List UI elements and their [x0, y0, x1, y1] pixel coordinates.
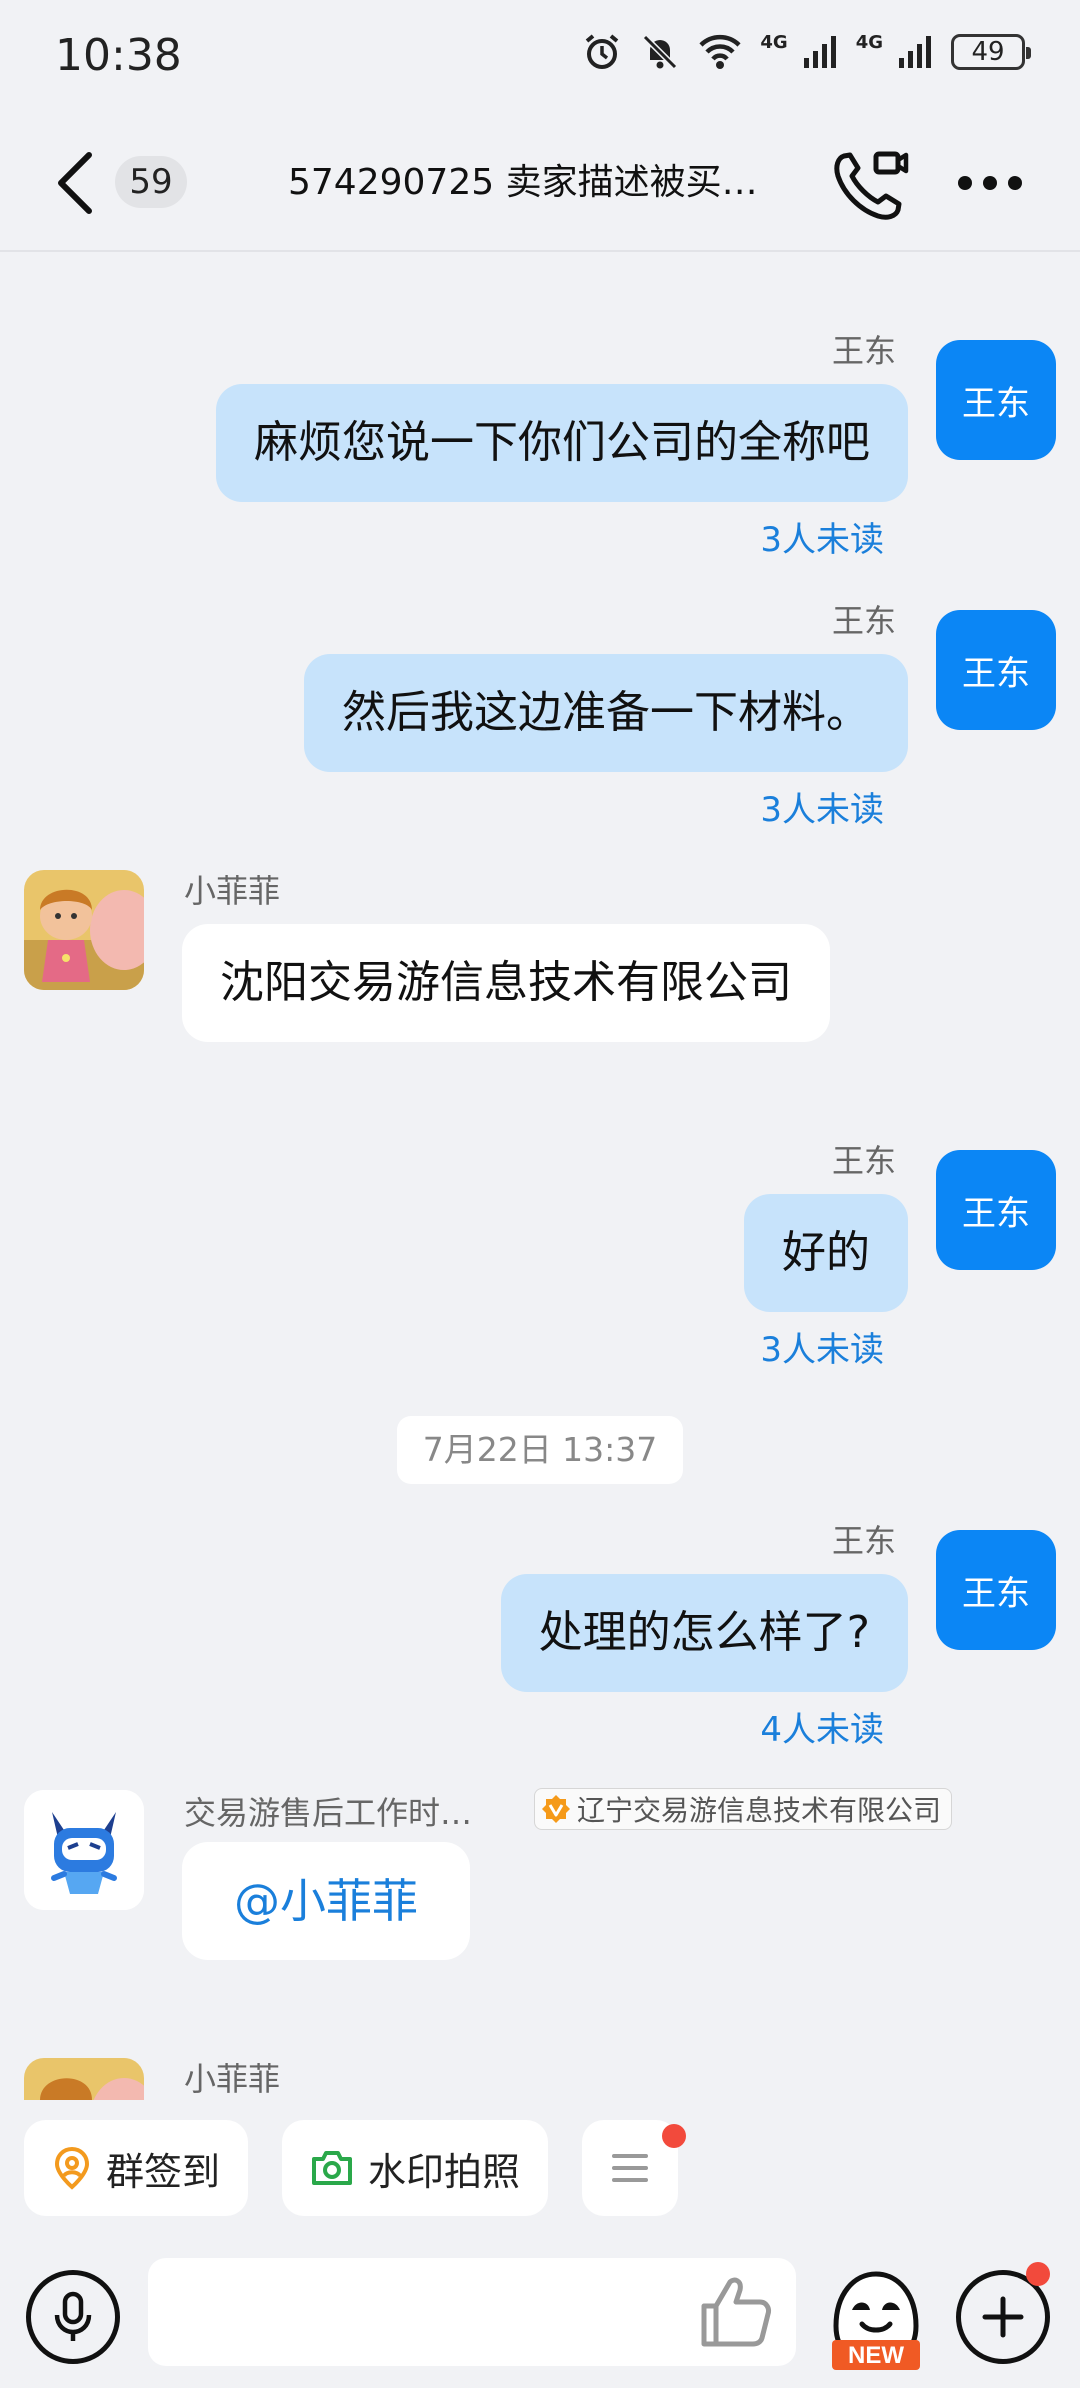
phone-video-icon — [834, 151, 909, 220]
message-bubble[interactable]: 麻烦您说一下你们公司的全称吧 — [216, 384, 908, 502]
message-bubble[interactable]: 然后我这边准备一下材料。 — [304, 654, 908, 772]
menu-line — [612, 2178, 648, 2182]
avatar[interactable] — [24, 1790, 144, 1910]
message-bubble[interactable]: 处理的怎么样了? — [500, 1574, 908, 1692]
thumbs-up-button[interactable] — [696, 2272, 776, 2352]
emoji-button[interactable]: NEW — [826, 2264, 926, 2374]
voice-button[interactable] — [26, 2270, 120, 2364]
signal-icon — [899, 36, 931, 68]
group-checkin-button[interactable]: 群签到 — [24, 2120, 249, 2216]
unread-count-badge[interactable]: 59 — [115, 156, 187, 208]
signal-icon — [803, 36, 836, 68]
status-time: 10:38 — [55, 30, 182, 81]
robot-mascot-avatar — [24, 1790, 144, 1910]
read-status[interactable]: 4人未读 — [760, 1702, 884, 1751]
mute-icon — [643, 34, 678, 70]
watermark-photo-label: 水印拍照 — [368, 2149, 521, 2194]
more-dot — [983, 176, 997, 190]
thumbs-up-icon — [701, 2277, 771, 2347]
quick-action-bar: 群签到 水印拍照 — [0, 2100, 1080, 2250]
more-dot — [1008, 176, 1022, 190]
location-pin-icon — [54, 2146, 90, 2190]
menu-line — [612, 2166, 648, 2170]
mention-bubble[interactable]: @小菲菲 — [182, 1842, 470, 1960]
status-icons: 4G 4G 49 — [582, 31, 1031, 72]
chat-title[interactable]: 574290725 卖家描述被买家… — [288, 158, 778, 208]
menu-line — [612, 2154, 648, 2158]
avatar[interactable]: 王东 — [936, 1530, 1056, 1650]
read-status[interactable]: 3人未读 — [760, 782, 884, 831]
avatar[interactable]: 王东 — [936, 340, 1056, 460]
notification-dot — [1026, 2262, 1050, 2286]
cartoon-avatar-image — [24, 870, 144, 990]
chevron-left-icon — [58, 152, 92, 214]
message-sender: 小菲菲 — [184, 2060, 281, 2098]
emoji-face-icon: NEW — [832, 2271, 920, 2370]
message-sender: 王东 — [831, 332, 896, 370]
plus-icon — [982, 2296, 1024, 2338]
avatar[interactable] — [24, 870, 144, 990]
camera-icon — [312, 2151, 352, 2185]
avatar[interactable]: 王东 — [936, 1150, 1056, 1270]
more-dot — [958, 176, 972, 190]
network-label-2: 4G — [855, 31, 883, 53]
microphone-icon — [54, 2291, 92, 2341]
message-sender: 王东 — [831, 1142, 896, 1180]
avatar[interactable] — [24, 2058, 144, 2100]
network-label-1: 4G — [760, 31, 788, 53]
read-status[interactable]: 3人未读 — [760, 1322, 884, 1371]
message-bubble[interactable]: 好的 — [744, 1194, 908, 1312]
read-status[interactable]: 3人未读 — [760, 512, 884, 561]
back-button[interactable] — [50, 148, 100, 218]
avatar[interactable]: 王东 — [936, 610, 1056, 730]
more-options-button[interactable] — [950, 158, 1030, 208]
watermark-photo-button[interactable]: 水印拍照 — [282, 2120, 549, 2216]
battery-icon: 49 — [951, 34, 1031, 70]
input-bar: NEW — [0, 2250, 1080, 2388]
status-bar: 10:38 4G 4G 49 — [0, 0, 1080, 118]
chat-header: 59 574290725 卖家描述被买家… — [0, 118, 1080, 252]
org-badge-label: 辽宁交易游信息技术有限公司 — [577, 1794, 942, 1827]
group-checkin-label: 群签到 — [106, 2149, 221, 2194]
message-bubble[interactable]: 沈阳交易游信息技术有限公司 — [182, 924, 830, 1042]
wifi-icon — [699, 34, 741, 69]
cartoon-avatar-image — [24, 2058, 144, 2100]
notification-dot — [662, 2124, 686, 2148]
new-badge-text: NEW — [848, 2342, 904, 2369]
message-sender: 小菲菲 — [184, 872, 281, 910]
verified-org-badge[interactable]: 辽宁交易游信息技术有限公司 — [534, 1788, 953, 1830]
verified-icon — [542, 1795, 570, 1823]
message-sender: 交易游售后工作时… — [184, 1794, 473, 1832]
timestamp-divider: 7月22日 13:37 — [397, 1416, 683, 1484]
message-sender: 王东 — [831, 1522, 896, 1560]
call-button[interactable] — [830, 146, 910, 222]
message-sender: 王东 — [831, 602, 896, 640]
alarm-icon — [586, 34, 619, 69]
